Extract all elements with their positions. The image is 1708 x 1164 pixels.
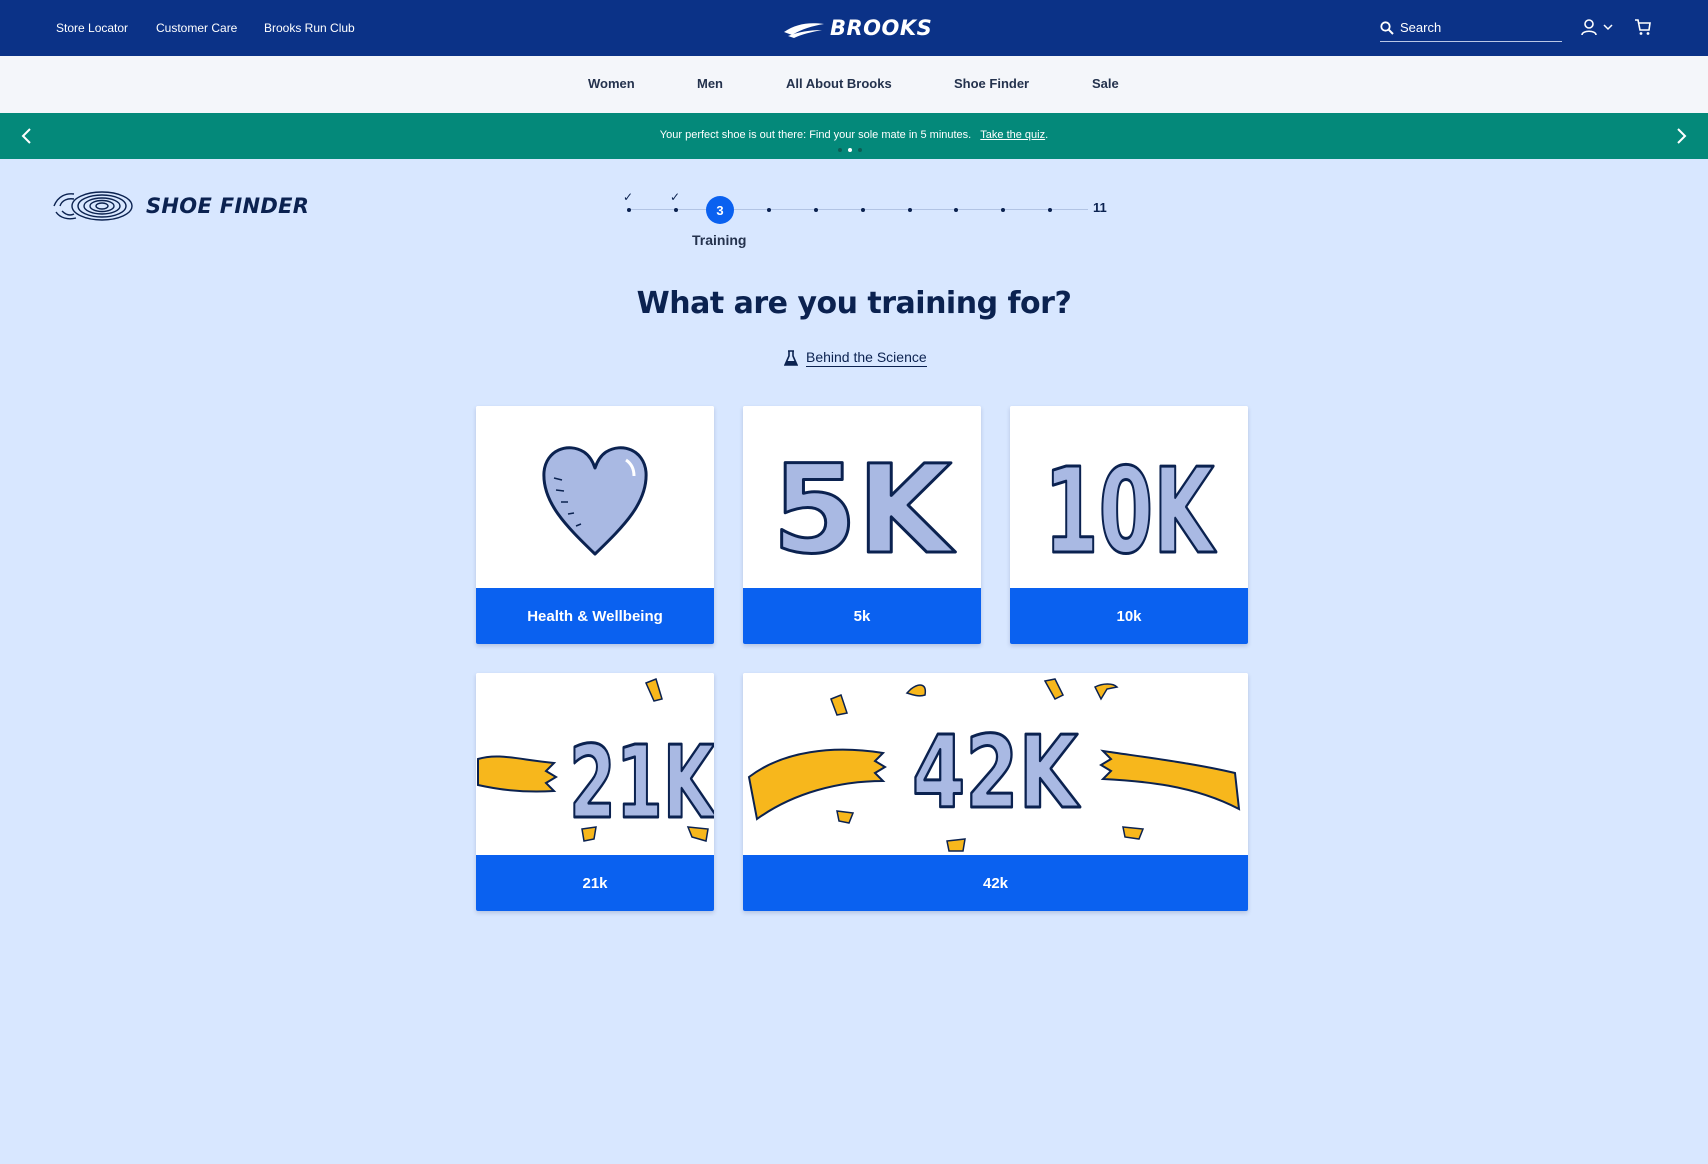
question-title: What are you training for? bbox=[636, 286, 1072, 321]
nav-all-about-brooks[interactable]: All About Brooks bbox=[786, 76, 892, 91]
nav-men[interactable]: Men bbox=[697, 76, 723, 91]
promo-dot[interactable] bbox=[838, 148, 842, 152]
svg-text:42K: 42K bbox=[912, 714, 1081, 831]
progress-step bbox=[814, 208, 818, 212]
heart-illustration bbox=[476, 406, 714, 588]
promo-text: Your perfect shoe is out there: Find you… bbox=[659, 129, 972, 141]
svg-text:5K: 5K bbox=[772, 439, 956, 581]
behind-science-text: Behind the Science bbox=[806, 349, 927, 367]
progress-step-done[interactable] bbox=[627, 208, 631, 212]
top-header: Store Locator Customer Care Brooks Run C… bbox=[0, 0, 1708, 56]
promo-message: Your perfect shoe is out there: Find you… bbox=[0, 129, 1708, 141]
nav-shoe-finder[interactable]: Shoe Finder bbox=[954, 76, 1029, 91]
option-label: Health & Wellbeing bbox=[476, 588, 714, 644]
21k-illustration: 21K bbox=[476, 673, 714, 855]
run-club-link[interactable]: Brooks Run Club bbox=[264, 21, 355, 35]
option-health-wellbeing[interactable]: Health & Wellbeing bbox=[476, 406, 714, 644]
progress-total: 11 bbox=[1093, 200, 1107, 215]
progress-line bbox=[628, 209, 1088, 210]
option-5k[interactable]: 5K 5k bbox=[743, 406, 981, 644]
shoe-finder-title: SHOE FINDER bbox=[146, 194, 310, 218]
progress-step bbox=[767, 208, 771, 212]
option-label: 21k bbox=[476, 855, 714, 911]
user-icon bbox=[1581, 19, 1597, 36]
brooks-logo[interactable]: BROOKS bbox=[782, 14, 932, 42]
option-10k[interactable]: 10K 10k bbox=[1010, 406, 1248, 644]
promo-suffix: . bbox=[1045, 129, 1049, 141]
42k-illustration: 42K bbox=[743, 673, 1248, 855]
quiz-progress: ✓ ✓ 3 11 Training bbox=[620, 190, 1120, 250]
progress-step bbox=[1001, 208, 1005, 212]
account-menu[interactable] bbox=[1580, 18, 1614, 36]
option-21k[interactable]: 21K 21k bbox=[476, 673, 714, 911]
option-label: 10k bbox=[1010, 588, 1248, 644]
progress-step bbox=[1048, 208, 1052, 212]
flask-icon bbox=[784, 350, 798, 366]
promo-banner: Your perfect shoe is out there: Find you… bbox=[0, 113, 1708, 159]
progress-current-label: Training bbox=[692, 232, 747, 248]
fingerprint-icon bbox=[53, 191, 133, 221]
10k-illustration: 10K bbox=[1010, 406, 1248, 588]
promo-dot-active[interactable] bbox=[848, 148, 852, 152]
check-icon: ✓ bbox=[670, 190, 681, 204]
search-box[interactable] bbox=[1380, 14, 1562, 42]
cart-button[interactable] bbox=[1634, 18, 1652, 41]
svg-text:21K: 21K bbox=[569, 724, 714, 841]
option-42k[interactable]: 42K 42k bbox=[743, 673, 1248, 911]
take-quiz-link[interactable]: Take the quiz bbox=[980, 129, 1045, 141]
promo-next-button[interactable] bbox=[1674, 127, 1688, 150]
promo-dot[interactable] bbox=[858, 148, 862, 152]
chevron-right-icon bbox=[1677, 128, 1687, 144]
main-nav: Women Men All About Brooks Shoe Finder S… bbox=[0, 56, 1708, 113]
search-input[interactable] bbox=[1400, 20, 1550, 35]
progress-step bbox=[954, 208, 958, 212]
5k-illustration: 5K bbox=[743, 406, 981, 588]
progress-step bbox=[861, 208, 865, 212]
search-icon bbox=[1380, 20, 1394, 35]
svg-text:10K: 10K bbox=[1044, 442, 1217, 580]
brooks-wordmark: BROOKS bbox=[830, 16, 933, 40]
cart-icon bbox=[1635, 19, 1651, 35]
shoe-finder-logo: SHOE FINDER bbox=[52, 188, 309, 224]
promo-pagination bbox=[838, 148, 862, 152]
option-label: 5k bbox=[743, 588, 981, 644]
progress-step bbox=[908, 208, 912, 212]
nav-women[interactable]: Women bbox=[588, 76, 635, 91]
nav-sale[interactable]: Sale bbox=[1092, 76, 1119, 91]
progress-step-current: 3 bbox=[706, 196, 734, 224]
option-label: 42k bbox=[743, 855, 1248, 911]
store-locator-link[interactable]: Store Locator bbox=[56, 21, 128, 35]
chevron-down-icon bbox=[1603, 24, 1613, 31]
behind-science-link[interactable]: Behind the Science bbox=[784, 349, 927, 367]
progress-step-done[interactable] bbox=[674, 208, 678, 212]
customer-care-link[interactable]: Customer Care bbox=[156, 21, 237, 35]
brooks-swoosh-icon bbox=[784, 23, 824, 38]
check-icon: ✓ bbox=[623, 190, 634, 204]
